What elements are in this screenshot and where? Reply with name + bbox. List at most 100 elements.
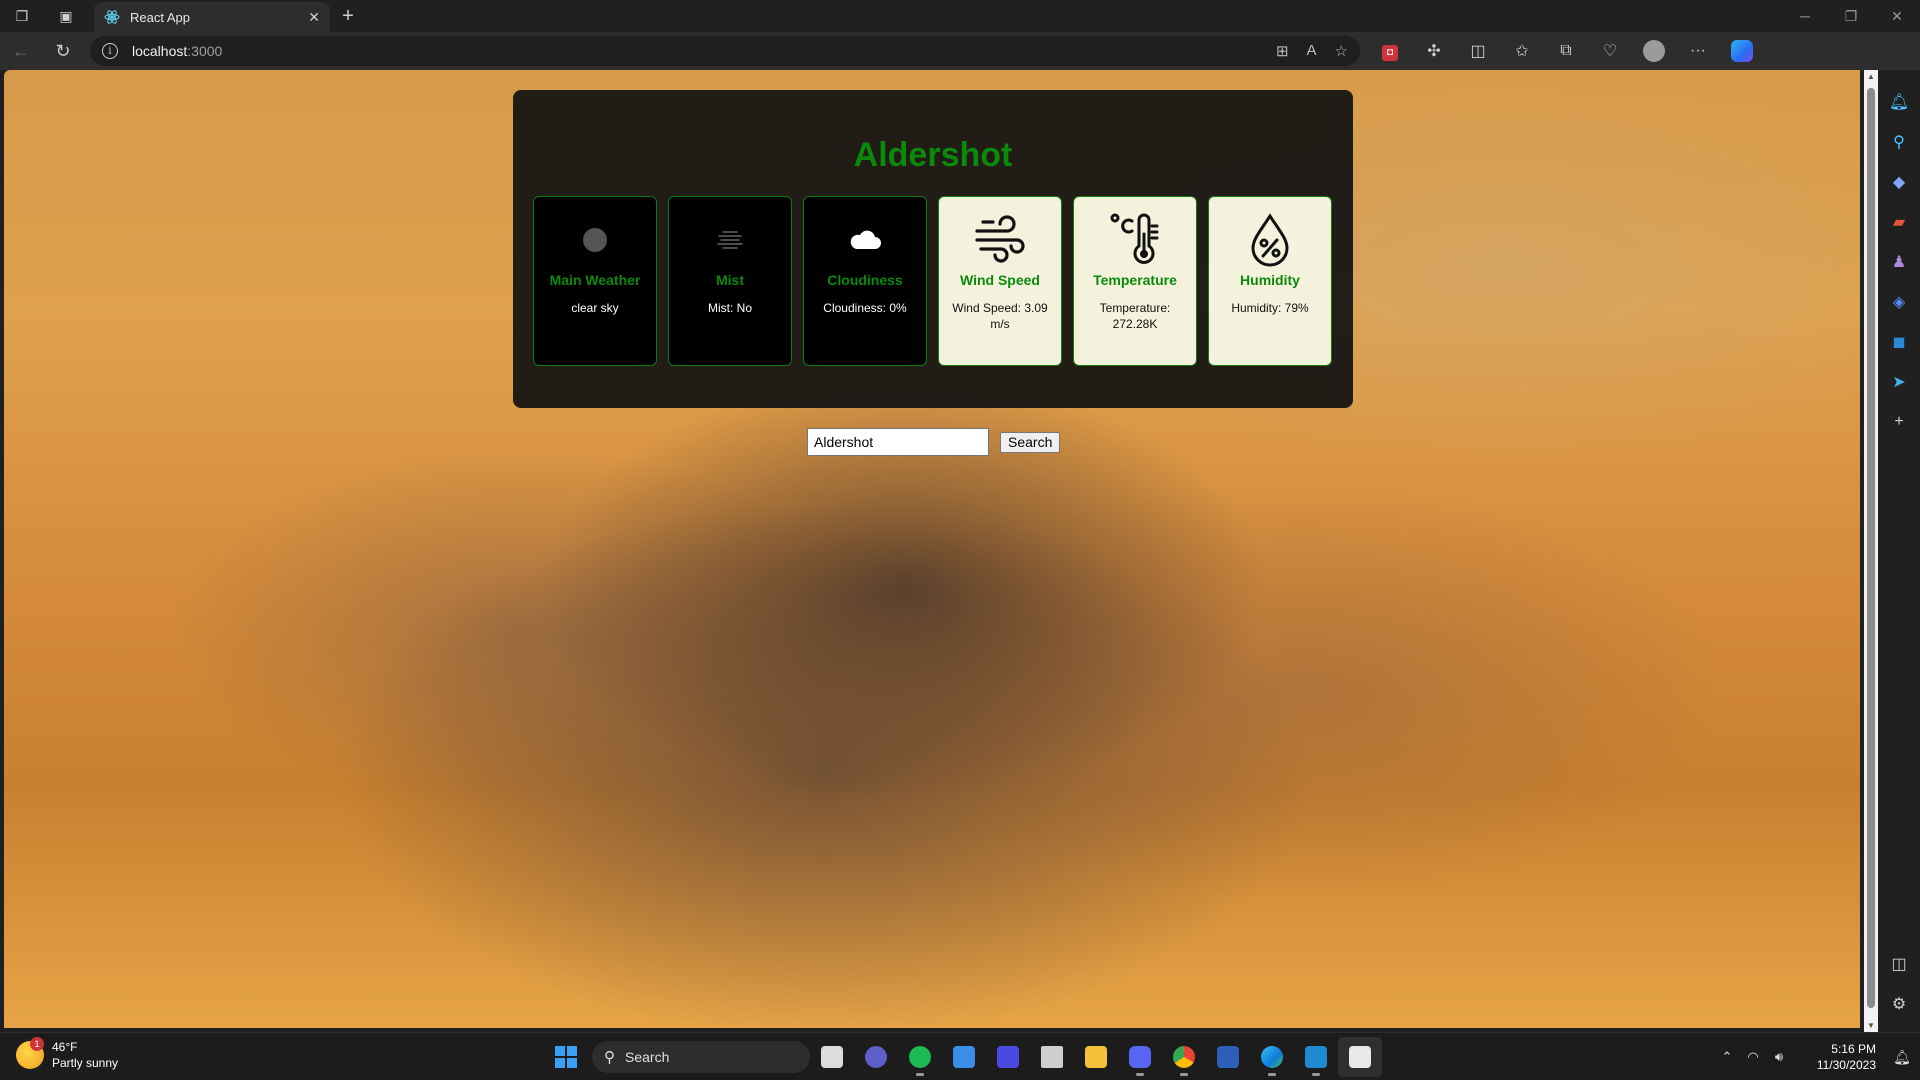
split-screen-icon[interactable]: ◫ [1456,41,1500,61]
card-value: Mist: No [707,301,752,315]
search-icon[interactable]: ⚲ [1878,122,1920,162]
clock[interactable]: 5:16 PM 11/30/2023 [1792,1041,1876,1073]
card-value: Cloudiness: 0% [823,301,907,315]
scroll-up-icon[interactable]: ▲ [1864,72,1878,81]
clock-date: 11/30/2023 [1816,1058,1876,1072]
weather-panel: Aldershot Main Weather clear sky Mist Mi… [513,90,1353,408]
city-search-input[interactable] [807,428,989,456]
page-viewport: Aldershot Main Weather clear sky Mist Mi… [4,70,1860,1028]
weather-widget[interactable]: 1 46°F Partly sunny [16,1037,119,1071]
scrollbar-thumb[interactable] [1867,88,1875,1008]
weather-cards: Main Weather clear sky Mist Mist: No Clo… [533,196,1332,366]
browser-essentials-icon[interactable]: ♡ [1588,41,1632,61]
spotify-icon[interactable] [898,1037,942,1077]
chrome-icon[interactable] [1162,1037,1206,1077]
games-icon[interactable]: ♟ [1878,242,1920,282]
url-host: localhost [132,43,188,59]
send-icon[interactable]: ➤ [1878,362,1920,402]
taskbar-search[interactable]: ⚲ Search [592,1041,810,1073]
card-label: Mist [716,272,744,288]
bell-icon[interactable]: 🔔︎ [1878,82,1920,122]
sidebar-settings-icon[interactable]: ⚙ [1878,984,1920,1024]
notifications-icon[interactable]: 🔔︎ [1884,1049,1920,1066]
page-scrollbar[interactable]: ▲ ▼ [1864,70,1878,1032]
hide-sidebar-icon[interactable]: ◫ [1878,944,1920,984]
unity-icon[interactable] [1030,1037,1074,1077]
wind-icon [975,215,1025,263]
address-bar-row: ← ↻ i localhost:3000 ⊞ A ☆ ◘ ✣ ◫ ✩ ⧉ ♡ ·… [0,32,1920,70]
card-value: clear sky [571,301,619,315]
partly-sunny-icon: 1 [16,1037,44,1069]
close-window-icon[interactable]: ✕ [1874,8,1920,25]
tab-title: React App [130,9,190,25]
more-menu-icon[interactable]: ··· [1676,42,1720,60]
restore-icon[interactable]: ❐ [1828,8,1874,25]
back-icon[interactable]: ← [0,32,42,70]
toolbar-icons: ◘ ✣ ◫ ✩ ⧉ ♡ ··· [1368,40,1720,62]
app-available-icon[interactable]: ⊞ [1276,42,1289,60]
edge-icon[interactable] [1250,1037,1294,1077]
close-tab-icon[interactable]: ✕ [308,9,320,26]
start-button[interactable] [546,1037,586,1077]
card-label: Wind Speed [960,272,1040,288]
address-bar[interactable]: i localhost:3000 ⊞ A ☆ [90,36,1360,66]
show-hidden-icons-icon[interactable]: ⌃ [1714,1049,1740,1065]
browser-tab[interactable]: React App ✕ [94,2,330,32]
minimize-icon[interactable]: ─ [1782,8,1828,25]
favorites-icon[interactable]: ✩ [1500,41,1544,61]
humidity-drop-icon [1251,213,1289,267]
browser-tab-bar: ❐ ▣ React App ✕ + ─ ❐ ✕ [0,0,1920,32]
window-controls: ─ ❐ ✕ [1782,8,1920,25]
weather-card-temperature: Temperature Temperature: 272.28K [1073,196,1197,366]
mist-icon [717,231,743,249]
search-row: Search [807,428,1061,456]
extension-icon[interactable]: ◘ [1368,42,1412,61]
copilot-icon[interactable] [1720,32,1764,70]
card-label: Temperature [1093,272,1177,288]
weather-card-wind: Wind Speed Wind Speed: 3.09 m/s [938,196,1062,366]
store-icon[interactable] [942,1037,986,1077]
word-icon[interactable] [1206,1037,1250,1077]
card-label: Humidity [1240,272,1300,288]
task-view-icon[interactable] [810,1037,854,1077]
collections-icon[interactable]: ⧉ [1544,42,1588,60]
read-aloud-icon[interactable]: A [1307,42,1317,60]
clock-time: 5:16 PM [1831,1042,1876,1056]
scroll-down-icon[interactable]: ▼ [1864,1021,1878,1030]
file-explorer-icon[interactable] [1074,1037,1118,1077]
add-sidebar-app-icon[interactable]: + [1878,402,1920,442]
react-favicon-icon [104,10,120,24]
card-value: Humidity: 79% [1231,301,1309,315]
shopping-tag-icon[interactable]: ◆ [1878,162,1920,202]
favorite-star-icon[interactable]: ☆ [1335,42,1348,60]
extensions-puzzle-icon[interactable]: ✣ [1412,41,1456,61]
site-info-icon[interactable]: i [102,43,118,59]
teams-icon[interactable] [854,1037,898,1077]
bing-chat-icon[interactable]: ◈ [1878,282,1920,322]
wifi-icon[interactable]: ◠ [1740,1049,1766,1065]
new-tab-button[interactable]: + [330,5,366,28]
weather-desc: Partly sunny [52,1056,119,1070]
card-label: Cloudiness [827,272,903,288]
weather-temp: 46°F [52,1040,78,1054]
tools-icon[interactable]: ▰ [1878,202,1920,242]
workspaces-icon[interactable]: ❐ [0,0,44,32]
weather-card-mist: Mist Mist: No [668,196,792,366]
dot-icon [583,228,607,252]
card-label: Main Weather [549,272,641,288]
outlook-icon[interactable]: ◼ [1878,322,1920,362]
profile-avatar[interactable] [1632,40,1676,62]
vscode-icon[interactable] [1294,1037,1338,1077]
refresh-icon[interactable]: ↻ [42,32,84,70]
weather-card-humidity: Humidity Humidity: 79% [1208,196,1332,366]
snipping-tool-icon[interactable] [1338,1037,1382,1077]
url-port: :3000 [187,43,223,59]
volume-icon[interactable]: 🔊︎ [1766,1049,1792,1065]
weather-card-main: Main Weather clear sky [533,196,657,366]
tab-actions-icon[interactable]: ▣ [44,0,88,32]
app-icon[interactable] [986,1037,1030,1077]
weather-card-cloudiness: Cloudiness Cloudiness: 0% [803,196,927,366]
discord-icon[interactable] [1118,1037,1162,1077]
cloud-icon [850,230,881,249]
search-button[interactable]: Search [1000,431,1061,453]
